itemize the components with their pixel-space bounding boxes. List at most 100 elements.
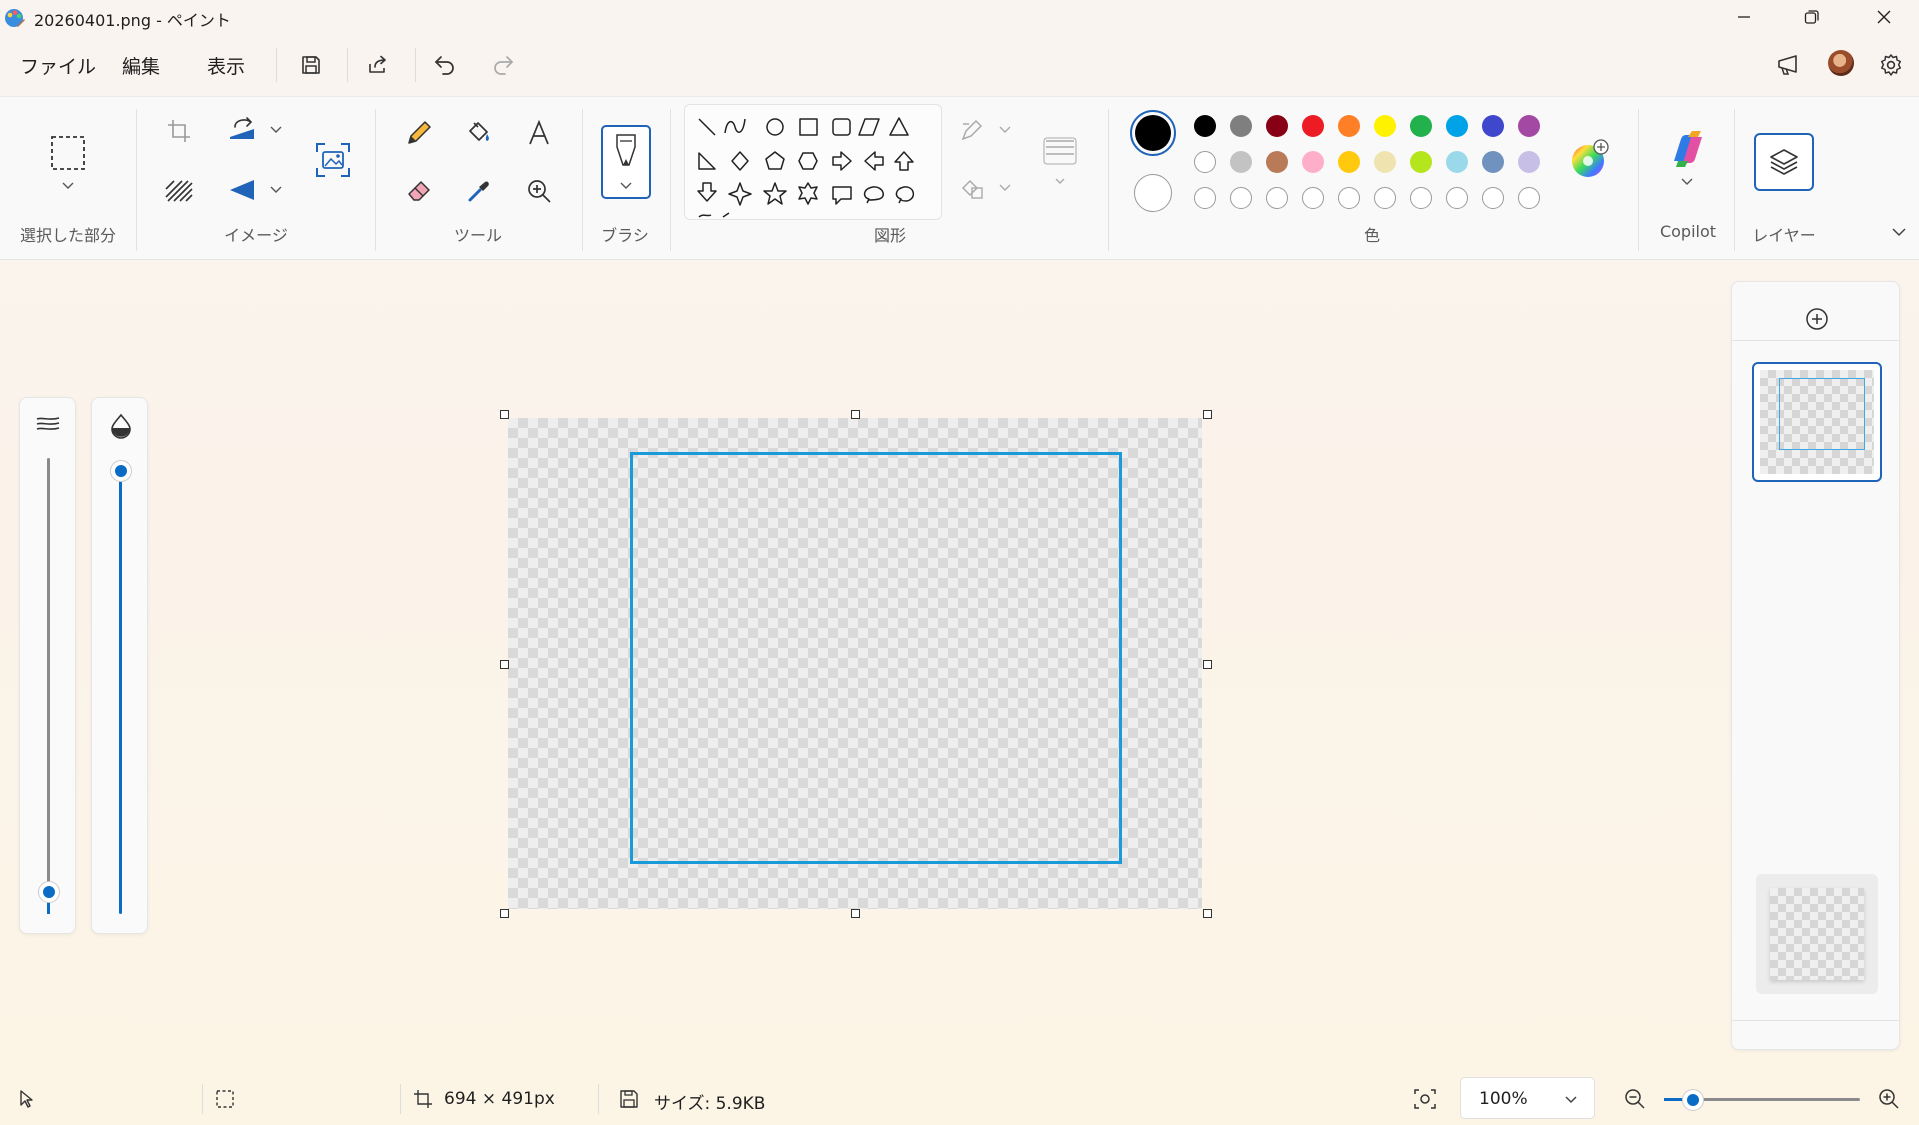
custom-color-slot[interactable]: [1446, 187, 1468, 209]
copilot-button[interactable]: [1660, 129, 1716, 193]
menu-divider: [415, 48, 416, 82]
background-layer-thumbnail[interactable]: [1756, 874, 1878, 994]
layers-button[interactable]: [1754, 133, 1814, 191]
zoom-out-button[interactable]: [1620, 1084, 1650, 1114]
custom-color-slot[interactable]: [1482, 187, 1504, 209]
status-divider: [598, 1084, 599, 1114]
shape-fill-button[interactable]: [958, 174, 1016, 204]
status-divider: [400, 1084, 401, 1114]
color-swatch[interactable]: [1482, 151, 1504, 173]
color-swatch[interactable]: [1482, 115, 1504, 137]
secondary-color-swatch[interactable]: [1134, 174, 1172, 212]
color-swatch[interactable]: [1302, 115, 1324, 137]
custom-color-slot[interactable]: [1410, 187, 1432, 209]
color-swatch[interactable]: [1194, 115, 1216, 137]
custom-color-slot[interactable]: [1266, 187, 1288, 209]
settings-button[interactable]: [1874, 48, 1908, 82]
custom-color-slot[interactable]: [1230, 187, 1252, 209]
shape-outline-button[interactable]: [958, 116, 1016, 146]
color-swatch[interactable]: [1374, 151, 1396, 173]
resize-handle-bottom-left[interactable]: [500, 909, 509, 918]
color-swatch[interactable]: [1374, 115, 1396, 137]
zoom-slider-thumb[interactable]: [1682, 1089, 1704, 1111]
primary-color-button[interactable]: [1130, 110, 1176, 156]
ribbon-expand-button[interactable]: [1884, 221, 1914, 243]
avatar[interactable]: [1828, 50, 1854, 76]
image-ai-icon: [316, 143, 350, 177]
menu-file[interactable]: ファイル: [20, 52, 96, 79]
fit-to-window-button[interactable]: [1408, 1084, 1442, 1114]
resize-handle-bottom-right[interactable]: [1203, 909, 1212, 918]
resize-handle-bottom[interactable]: [851, 909, 860, 918]
drawing-canvas[interactable]: [508, 418, 1202, 909]
layer-preview: [1760, 370, 1874, 474]
color-swatch[interactable]: [1410, 151, 1432, 173]
ribbon-divider: [375, 109, 376, 251]
fill-tool-button[interactable]: [460, 114, 498, 152]
color-swatch[interactable]: [1518, 151, 1540, 173]
text-tool-button[interactable]: [520, 114, 558, 152]
edit-colors-button[interactable]: [1568, 137, 1612, 181]
color-swatch[interactable]: [1266, 151, 1288, 173]
select-tool-button[interactable]: [40, 127, 96, 197]
eraser-tool-button[interactable]: [400, 172, 438, 210]
group-label-copilot: Copilot: [1659, 222, 1717, 241]
redo-icon: [494, 56, 513, 75]
redo-button[interactable]: [486, 48, 520, 82]
color-swatch[interactable]: [1446, 115, 1468, 137]
file-size-text: サイズ: 5.9KB: [654, 1094, 766, 1114]
resize-handle-top[interactable]: [851, 410, 860, 419]
custom-color-slot[interactable]: [1302, 187, 1324, 209]
color-swatch[interactable]: [1230, 151, 1252, 173]
crop-button[interactable]: [162, 114, 196, 148]
color-swatch[interactable]: [1338, 151, 1360, 173]
close-button[interactable]: [1870, 0, 1898, 34]
background-remove-button[interactable]: [162, 174, 196, 208]
undo-button[interactable]: [428, 48, 462, 82]
restore-button[interactable]: [1798, 0, 1826, 34]
color-swatch[interactable]: [1194, 151, 1216, 173]
custom-color-slot[interactable]: [1338, 187, 1360, 209]
rotate-icon: [230, 117, 282, 139]
resize-handle-top-left[interactable]: [500, 410, 509, 419]
color-swatch[interactable]: [1410, 115, 1432, 137]
pencil-tool-button[interactable]: [400, 114, 438, 152]
add-layer-button[interactable]: [1800, 302, 1834, 336]
opacity-thumb[interactable]: [110, 460, 132, 482]
resize-handle-left[interactable]: [500, 660, 509, 669]
layers-icon: [1770, 149, 1798, 175]
color-swatch[interactable]: [1446, 151, 1468, 173]
line-size-button[interactable]: [1036, 133, 1084, 197]
flip-button[interactable]: [224, 172, 288, 208]
zoom-in-button[interactable]: [1874, 1084, 1904, 1114]
custom-color-slot[interactable]: [1194, 187, 1216, 209]
resize-handle-top-right[interactable]: [1203, 410, 1212, 419]
zoom-select[interactable]: 100%: [1460, 1077, 1595, 1119]
custom-color-slot[interactable]: [1374, 187, 1396, 209]
color-swatch[interactable]: [1266, 115, 1288, 137]
brush-size-track[interactable]: [47, 458, 50, 914]
color-swatch[interactable]: [1518, 115, 1540, 137]
color-swatch[interactable]: [1338, 115, 1360, 137]
menu-view[interactable]: 表示: [207, 52, 245, 79]
shapes-gallery[interactable]: [684, 104, 942, 220]
color-picker-button[interactable]: [460, 172, 498, 210]
opacity-track[interactable]: [119, 464, 122, 914]
menu-edit[interactable]: 編集: [122, 52, 160, 79]
text-icon: [529, 119, 549, 145]
magnifier-tool-button[interactable]: [520, 172, 558, 210]
rotate-button[interactable]: [224, 112, 288, 148]
minimize-button[interactable]: [1730, 0, 1758, 34]
layer-thumbnail-active[interactable]: [1752, 362, 1882, 482]
resize-handle-right[interactable]: [1203, 660, 1212, 669]
menu-divider: [347, 48, 348, 82]
save-button[interactable]: [294, 48, 328, 82]
image-generator-button[interactable]: [310, 137, 356, 183]
brush-selector-button[interactable]: [601, 125, 651, 199]
color-swatch[interactable]: [1302, 151, 1324, 173]
brush-size-thumb[interactable]: [38, 881, 60, 903]
feedback-button[interactable]: [1772, 48, 1806, 82]
custom-color-slot[interactable]: [1518, 187, 1540, 209]
share-button[interactable]: [361, 48, 395, 82]
color-swatch[interactable]: [1230, 115, 1252, 137]
